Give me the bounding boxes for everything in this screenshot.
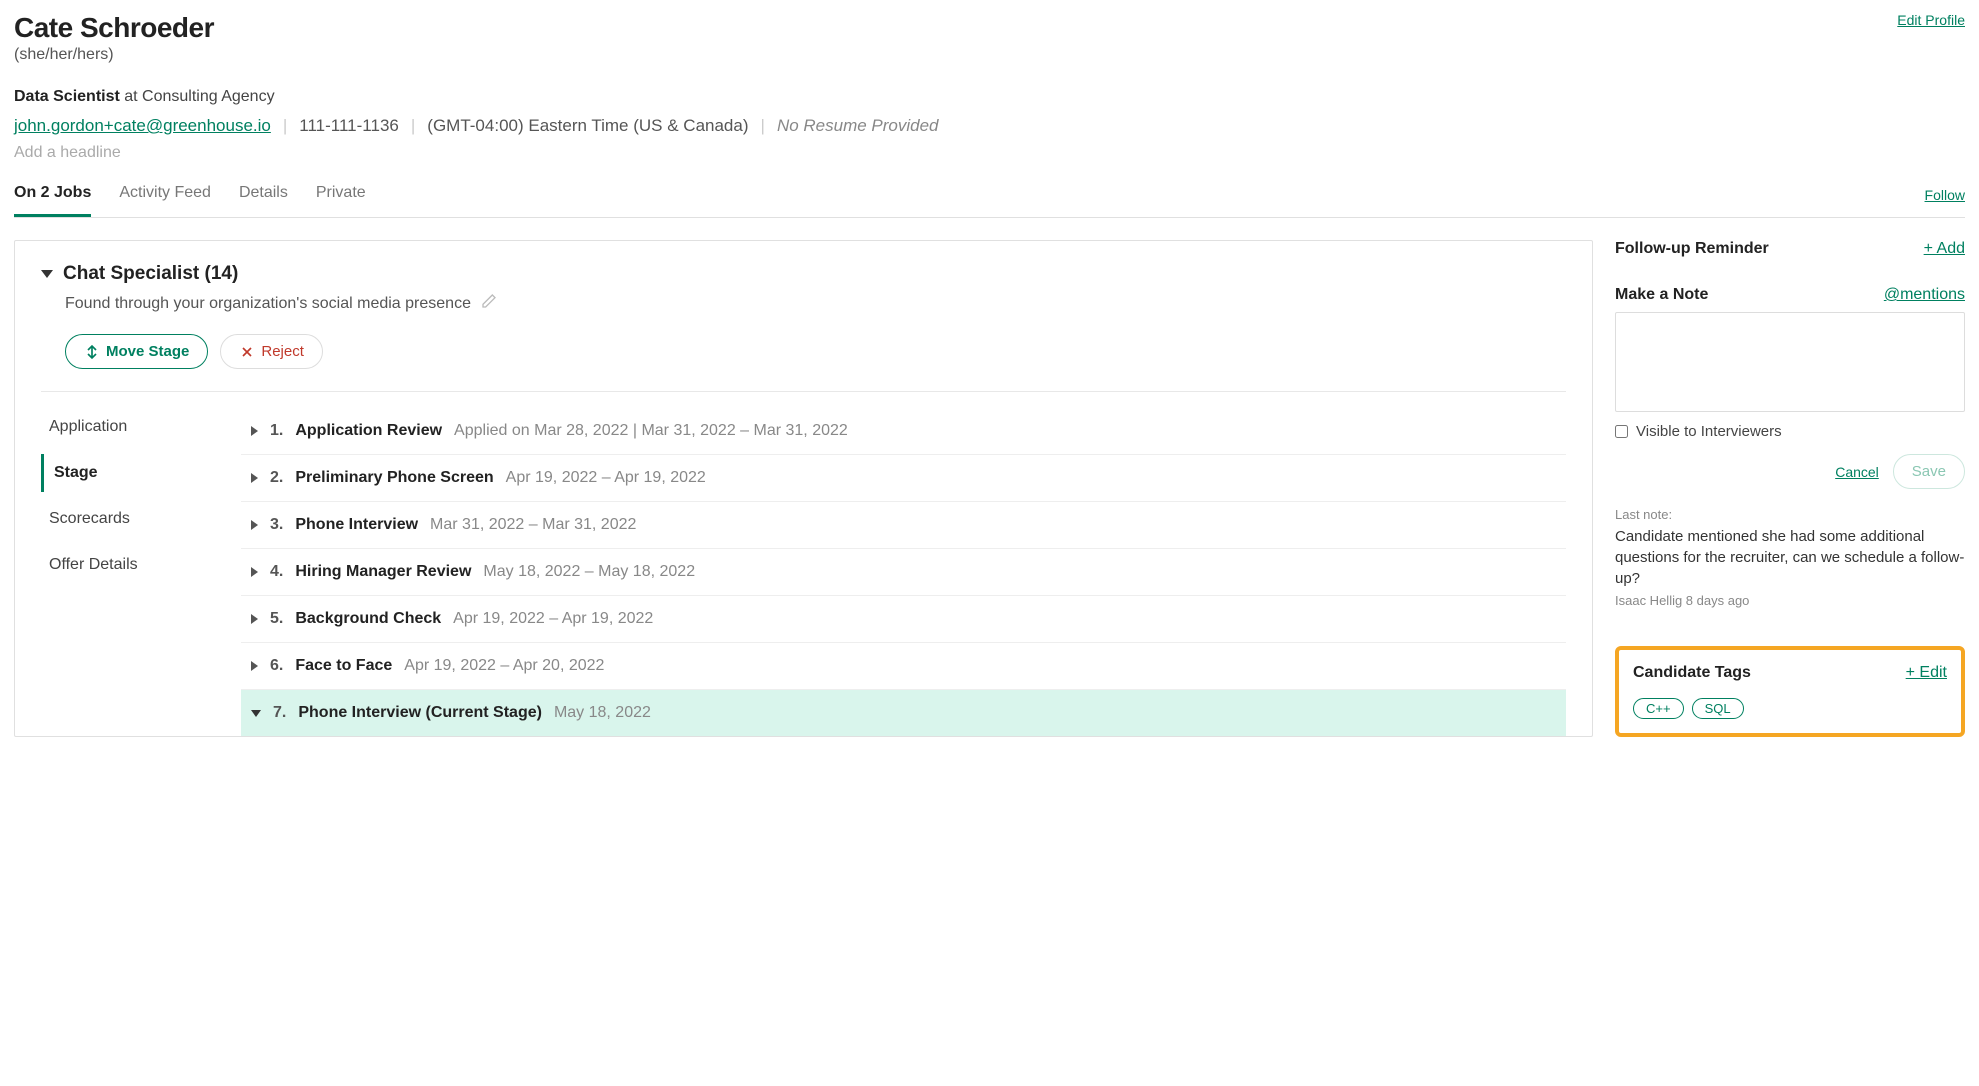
- contact-line: john.gordon+cate@greenhouse.io | 111-111…: [14, 116, 1965, 136]
- chevron-right-icon: [251, 614, 258, 624]
- stage-number: 4.: [270, 563, 283, 581]
- tag-pill[interactable]: SQL: [1692, 698, 1744, 719]
- stage-number: 6.: [270, 657, 283, 675]
- stage-item[interactable]: 5. Background Check Apr 19, 2022 – Apr 19,…: [241, 596, 1566, 643]
- side-tab-stage[interactable]: Stage: [41, 454, 241, 492]
- candidate-name: Cate Schroeder: [14, 12, 214, 44]
- candidate-phone: 111-111-1136: [299, 116, 399, 136]
- side-tab-application[interactable]: Application: [41, 408, 241, 446]
- candidate-tags-panel: Candidate Tags + Edit C++ SQL: [1615, 646, 1965, 737]
- stage-date: Mar 31, 2022 – Mar 31, 2022: [430, 516, 636, 534]
- last-note-label: Last note:: [1615, 507, 1965, 522]
- visible-label: Visible to Interviewers: [1636, 423, 1782, 440]
- followup-add-link[interactable]: + Add: [1924, 240, 1965, 258]
- side-tabs: Application Stage Scorecards Offer Detai…: [41, 408, 241, 736]
- stage-date: May 18, 2022 – May 18, 2022: [483, 563, 695, 581]
- note-save-button[interactable]: Save: [1893, 454, 1965, 489]
- separator: |: [761, 116, 765, 136]
- stage-date: Applied on Mar 28, 2022 | Mar 31, 2022 –…: [454, 422, 848, 440]
- stage-item[interactable]: 3. Phone Interview Mar 31, 2022 – Mar 31, …: [241, 502, 1566, 549]
- reject-label: Reject: [261, 343, 304, 360]
- stage-date: Apr 19, 2022 – Apr 20, 2022: [404, 657, 604, 675]
- followup-title: Follow-up Reminder: [1615, 240, 1769, 258]
- stage-item[interactable]: 6. Face to Face Apr 19, 2022 – Apr 20, 202…: [241, 643, 1566, 690]
- stage-number: 7.: [273, 704, 286, 722]
- side-tab-scorecards[interactable]: Scorecards: [41, 500, 241, 538]
- stage-number: 1.: [270, 422, 283, 440]
- tags-container: C++ SQL: [1633, 690, 1947, 719]
- move-stage-button[interactable]: Move Stage: [65, 334, 208, 369]
- stage-item[interactable]: 2. Preliminary Phone Screen Apr 19, 2022 –…: [241, 455, 1566, 502]
- stage-name: Background Check: [295, 610, 441, 628]
- stage-name: Phone Interview (Current Stage): [298, 704, 542, 722]
- stage-name: Face to Face: [295, 657, 392, 675]
- no-resume-text: No Resume Provided: [777, 116, 939, 136]
- job-title: Chat Specialist (14): [63, 263, 238, 285]
- stage-number: 3.: [270, 516, 283, 534]
- separator: |: [283, 116, 287, 136]
- sidebar: Follow-up Reminder + Add Make a Note @me…: [1615, 240, 1965, 737]
- candidate-pronouns: (she/her/hers): [14, 46, 214, 64]
- separator: |: [411, 116, 415, 136]
- chevron-right-icon: [251, 473, 258, 483]
- chevron-right-icon: [251, 567, 258, 577]
- side-tab-offer-details[interactable]: Offer Details: [41, 546, 241, 584]
- stage-name: Preliminary Phone Screen: [295, 469, 493, 487]
- candidate-timezone: (GMT-04:00) Eastern Time (US & Canada): [427, 116, 748, 136]
- note-title: Make a Note: [1615, 286, 1708, 304]
- job-source: Found through your organization's social…: [65, 295, 471, 313]
- stage-item[interactable]: 1. Application Review Applied on Mar 28, 2…: [241, 408, 1566, 455]
- stage-item[interactable]: 7. Phone Interview (Current Stage) May 18,…: [241, 690, 1566, 736]
- tab-activity-feed[interactable]: Activity Feed: [119, 184, 211, 217]
- follow-link[interactable]: Follow: [1925, 187, 1965, 215]
- stage-number: 2.: [270, 469, 283, 487]
- last-note-meta: Isaac Hellig 8 days ago: [1615, 593, 1965, 608]
- stage-date: Apr 19, 2022 – Apr 19, 2022: [453, 610, 653, 628]
- chevron-down-icon: [251, 710, 261, 717]
- tags-edit-link[interactable]: + Edit: [1906, 664, 1947, 682]
- visible-checkbox[interactable]: [1615, 425, 1628, 438]
- tab-private[interactable]: Private: [316, 184, 366, 217]
- tag-pill[interactable]: C++: [1633, 698, 1684, 719]
- candidate-title: Data Scientist at Consulting Agency: [14, 88, 1965, 106]
- edit-source-icon[interactable]: [481, 293, 497, 314]
- chevron-right-icon: [251, 520, 258, 530]
- headline-input[interactable]: Add a headline: [14, 144, 1965, 162]
- stage-date: Apr 19, 2022 – Apr 19, 2022: [506, 469, 706, 487]
- stages-list: 1. Application Review Applied on Mar 28, 2…: [241, 408, 1566, 736]
- stage-name: Application Review: [295, 422, 442, 440]
- candidate-email[interactable]: john.gordon+cate@greenhouse.io: [14, 116, 271, 136]
- collapse-toggle-icon[interactable]: [41, 270, 53, 278]
- stage-name: Hiring Manager Review: [295, 563, 471, 581]
- last-note-text: Candidate mentioned she had some additio…: [1615, 526, 1965, 589]
- edit-profile-link[interactable]: Edit Profile: [1897, 12, 1965, 28]
- tags-title: Candidate Tags: [1633, 664, 1751, 682]
- chevron-right-icon: [251, 661, 258, 671]
- chevron-right-icon: [251, 426, 258, 436]
- mentions-link[interactable]: @mentions: [1884, 286, 1965, 304]
- stage-number: 5.: [270, 610, 283, 628]
- role-text: Data Scientist: [14, 88, 120, 105]
- main-panel: Chat Specialist (14) Found through your …: [14, 240, 1593, 737]
- note-textarea[interactable]: [1615, 312, 1965, 412]
- company-text: at Consulting Agency: [120, 88, 275, 105]
- note-cancel-link[interactable]: Cancel: [1835, 464, 1879, 480]
- tab-on-jobs[interactable]: On 2 Jobs: [14, 184, 91, 217]
- stage-name: Phone Interview: [295, 516, 418, 534]
- stage-item[interactable]: 4. Hiring Manager Review May 18, 2022 – Ma…: [241, 549, 1566, 596]
- tab-details[interactable]: Details: [239, 184, 288, 217]
- stage-date: May 18, 2022: [554, 704, 651, 722]
- tabs: On 2 Jobs Activity Feed Details Private: [14, 184, 366, 217]
- reject-button[interactable]: Reject: [220, 334, 323, 369]
- move-stage-label: Move Stage: [106, 343, 189, 360]
